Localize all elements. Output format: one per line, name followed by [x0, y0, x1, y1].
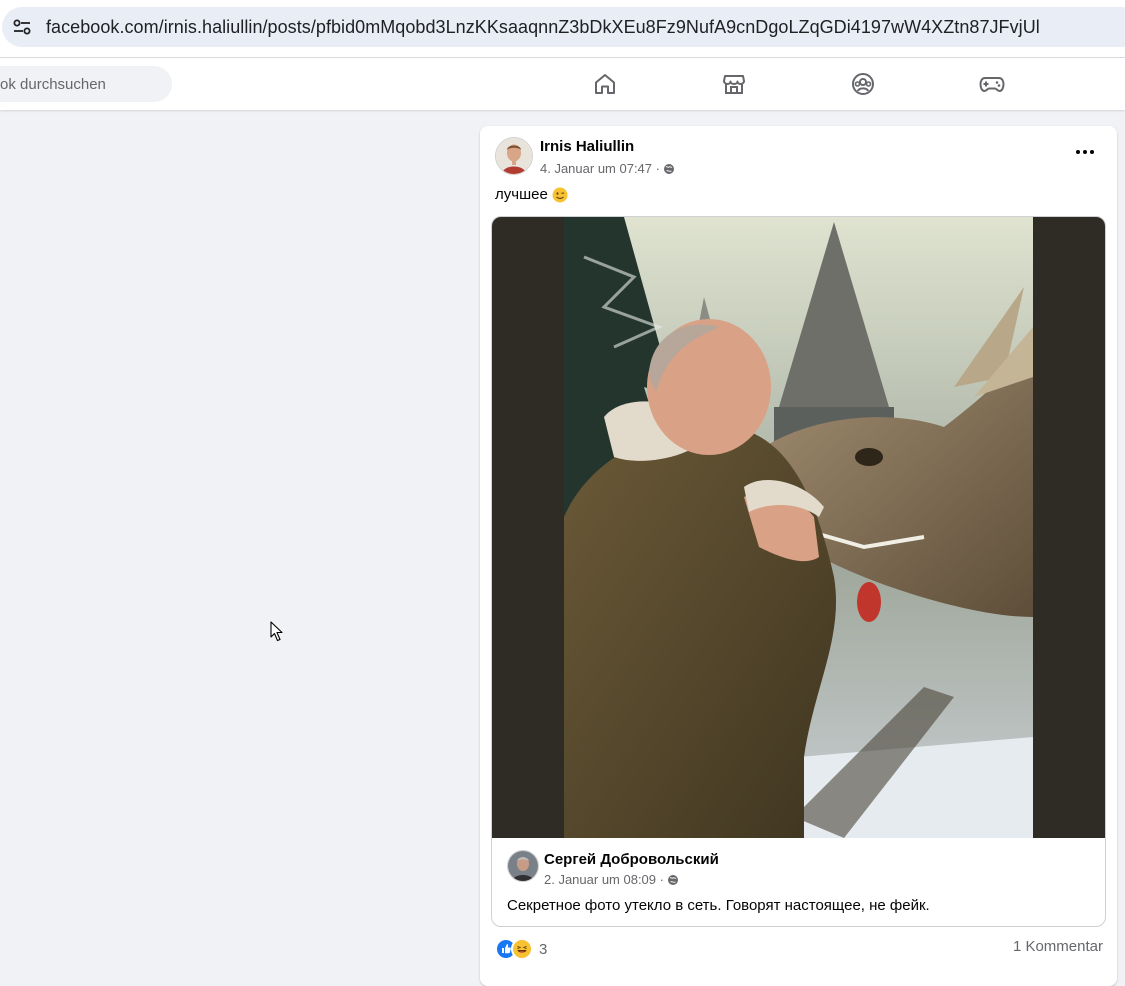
browser-url-bar: facebook.com/irnis.haliullin/posts/pfbid…: [0, 0, 1125, 58]
search-box[interactable]: [0, 66, 172, 102]
shared-post-meta: 2. Januar um 08:09 ·: [544, 872, 679, 887]
shared-post-timestamp[interactable]: 2. Januar um 08:09 ·: [544, 872, 664, 887]
more-options-icon[interactable]: [1073, 142, 1097, 162]
shared-post-text: Секретное фото утекло в сеть. Говорят на…: [507, 897, 930, 914]
address-field[interactable]: facebook.com/irnis.haliullin/posts/pfbid…: [2, 7, 1125, 47]
shared-author-avatar[interactable]: [507, 850, 539, 882]
reaction-count[interactable]: 3: [539, 941, 547, 958]
gaming-icon[interactable]: [978, 70, 1006, 98]
post-timestamp[interactable]: 4. Januar um 07:47 ·: [540, 161, 660, 176]
post-author-name[interactable]: Irnis Haliullin: [540, 138, 634, 155]
globe-icon: [663, 163, 675, 175]
marketplace-icon[interactable]: [720, 70, 748, 98]
globe-icon: [667, 874, 679, 886]
shared-author-name[interactable]: Сергей Добровольский: [544, 851, 719, 868]
haha-reaction-icon: [511, 938, 533, 960]
smiley-icon: [552, 187, 568, 203]
shared-photo-frame[interactable]: [492, 217, 1105, 838]
reactions-summary[interactable]: 3: [495, 938, 547, 960]
url-text[interactable]: facebook.com/irnis.haliullin/posts/pfbid…: [46, 17, 1040, 38]
comment-count[interactable]: 1 Kommentar: [1013, 938, 1103, 955]
tune-icon[interactable]: [12, 17, 32, 37]
search-input[interactable]: [0, 66, 160, 102]
author-avatar[interactable]: [495, 137, 533, 175]
shared-post[interactable]: Сергей Добровольский 2. Januar um 08:09 …: [491, 216, 1106, 927]
groups-icon[interactable]: [849, 70, 877, 98]
post-card: Irnis Haliullin 4. Januar um 07:47 · луч…: [480, 126, 1117, 986]
home-icon[interactable]: [591, 70, 619, 98]
post-text-content: лучшее: [495, 186, 548, 203]
facebook-top-nav: [0, 58, 1125, 110]
post-meta: 4. Januar um 07:47 ·: [540, 161, 675, 176]
post-text: лучшее: [495, 186, 568, 203]
shared-photo[interactable]: [564, 217, 1033, 838]
mouse-cursor-icon: [270, 621, 283, 642]
